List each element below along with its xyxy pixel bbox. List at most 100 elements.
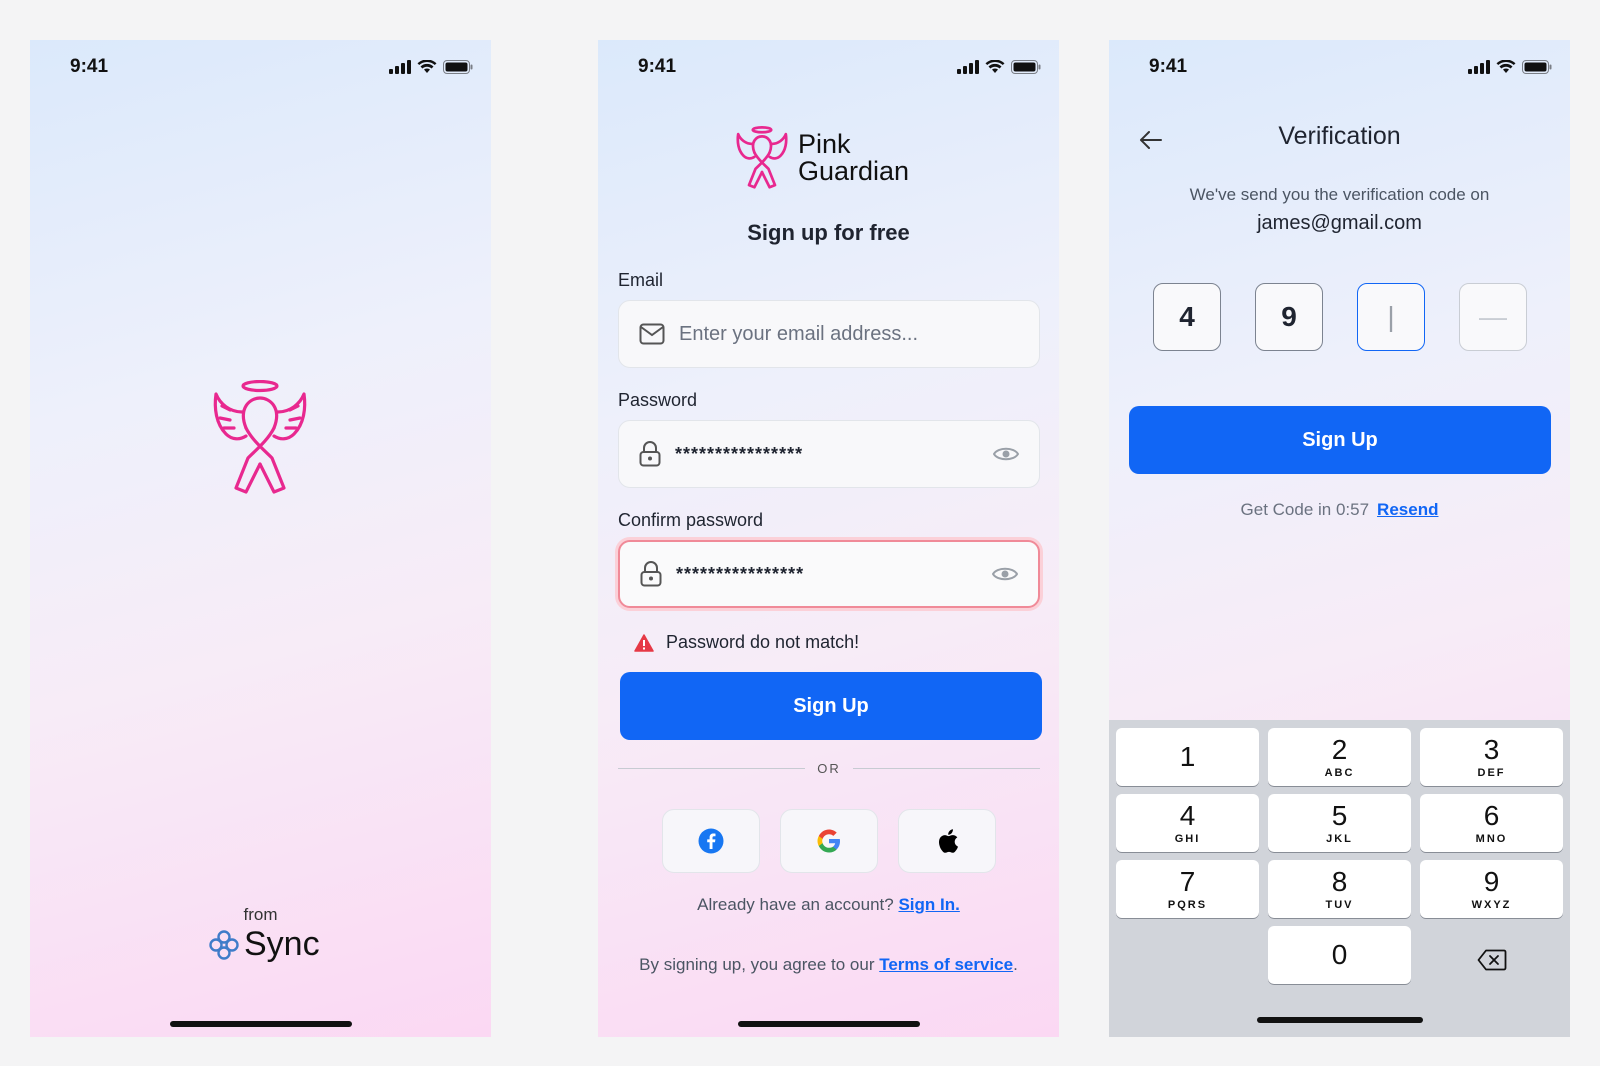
home-indicator[interactable] [169,1021,352,1027]
key-6[interactable]: 6 MNO [1420,794,1563,852]
error-message-text: Password do not match! [666,632,860,652]
code-digit-3[interactable]: | [1357,283,1425,351]
signin-prompt: Already have an account? Sign In. [598,895,1059,915]
numeric-keypad: 1 2 ABC 3 DEF 4 GHI 5 JKL 6 MNO 7 PQRS 8 TUV 9 W… [1109,720,1570,1037]
email-field[interactable]: Enter your email address... [618,300,1040,368]
pink-guardian-logo [736,126,788,189]
verification-screen: 9:41 Verification We've send you the ver… [1109,40,1570,1037]
facebook-login-button[interactable] [662,809,760,873]
key-digit: 2 [1331,734,1348,765]
terms-text: By signing up, you agree to our [639,955,875,974]
status-bar: 9:41 [598,56,1059,80]
home-indicator[interactable] [1256,1017,1423,1023]
key-digit: 5 [1331,800,1348,831]
terms-end: . [1013,955,1018,974]
home-indicator[interactable] [737,1021,920,1027]
email-label: Email [618,270,664,290]
sync-brand: Sync [208,925,320,964]
key-letters: GHI [1174,833,1201,845]
divider-line [618,768,806,769]
key-digit: 7 [1179,866,1196,897]
google-icon [817,829,840,853]
eye-icon[interactable] [993,445,1019,463]
password-value: **************** [675,443,804,464]
key-7[interactable]: 7 PQRS [1116,860,1259,918]
key-5[interactable]: 5 JKL [1268,794,1411,852]
wifi-icon [417,60,437,73]
resend-link[interactable]: Resend [1377,500,1438,519]
key-4[interactable]: 4 GHI [1116,794,1259,852]
status-time: 9:41 [1149,56,1188,77]
key-letters: JKL [1326,833,1353,845]
timer-text: Get Code in 0:57 [1240,500,1370,519]
status-time: 9:41 [70,56,109,77]
confirm-password-label: Confirm password [618,510,764,530]
delete-key[interactable] [1462,940,1522,980]
sync-logo-icon [209,929,239,960]
email-placeholder: Enter your email address... [679,322,918,345]
terms-notice: By signing up, you agree to our Terms of… [598,955,1059,975]
app-name-line1: Pink [798,129,851,159]
resend-row: Get Code in 0:57 Resend [1109,500,1570,520]
divider-line [852,768,1040,769]
signup-button[interactable]: Sign Up [1129,406,1551,474]
key-letters: MNO [1475,833,1508,845]
app-name-line2: Guardian [798,156,910,186]
signal-icon [1468,60,1490,74]
key-1[interactable]: 1 [1116,728,1259,786]
code-digit-4[interactable]: — [1459,283,1527,351]
status-time: 9:41 [638,56,677,77]
sync-brand-name: Sync [244,925,320,963]
wifi-icon [1496,60,1516,73]
key-8[interactable]: 8 TUV [1268,860,1411,918]
or-label: OR [817,761,841,776]
battery-icon [1011,60,1041,74]
or-divider: OR [618,761,1040,776]
password-label: Password [618,390,698,410]
key-digit: 4 [1179,800,1196,831]
key-digit: 6 [1483,800,1500,831]
wifi-icon [985,60,1005,73]
status-bar: 9:41 [30,56,491,80]
key-9[interactable]: 9 WXYZ [1420,860,1563,918]
key-letters: DEF [1477,767,1506,779]
splash-screen: 9:41 from Sync [30,40,491,1037]
key-3[interactable]: 3 DEF [1420,728,1563,786]
key-digit: 8 [1331,866,1348,897]
code-digit-1[interactable]: 4 [1153,283,1221,351]
confirm-password-field[interactable]: **************** [618,540,1040,608]
mail-icon [639,323,665,345]
from-label: from [243,905,278,924]
error-message: Password do not match! [634,632,859,653]
verification-email: james@gmail.com [1257,212,1422,234]
eye-icon[interactable] [992,565,1018,583]
signup-button[interactable]: Sign Up [620,672,1042,740]
key-digit: 0 [1331,939,1348,970]
terms-link[interactable]: Terms of service [879,955,1013,974]
apple-login-button[interactable] [898,809,996,873]
page-title: Sign up for free [747,220,910,245]
key-0[interactable]: 0 [1268,926,1411,984]
key-letters: TUV [1325,899,1354,911]
already-text: Already have an account? [697,895,894,914]
app-brand: Pink Guardian [736,126,909,190]
key-letters: PQRS [1167,899,1208,911]
code-digit-2[interactable]: 9 [1255,283,1323,351]
password-field[interactable]: **************** [618,420,1040,488]
facebook-icon [698,828,724,854]
verification-subtitle: We've send you the verification code on [1189,185,1490,204]
status-bar: 9:41 [1109,56,1570,80]
key-letters: WXYZ [1471,899,1512,911]
key-letters: ABC [1324,767,1355,779]
signin-link[interactable]: Sign In. [898,895,959,914]
key-digit: 3 [1483,734,1500,765]
key-digit: 1 [1179,741,1196,772]
backspace-icon [1477,949,1507,971]
google-login-button[interactable] [780,809,878,873]
confirm-password-value: **************** [676,563,805,584]
lock-icon [639,441,661,467]
key-2[interactable]: 2 ABC [1268,728,1411,786]
page-title: Verification [1278,122,1401,150]
signal-icon [389,60,411,74]
battery-icon [1522,60,1552,74]
